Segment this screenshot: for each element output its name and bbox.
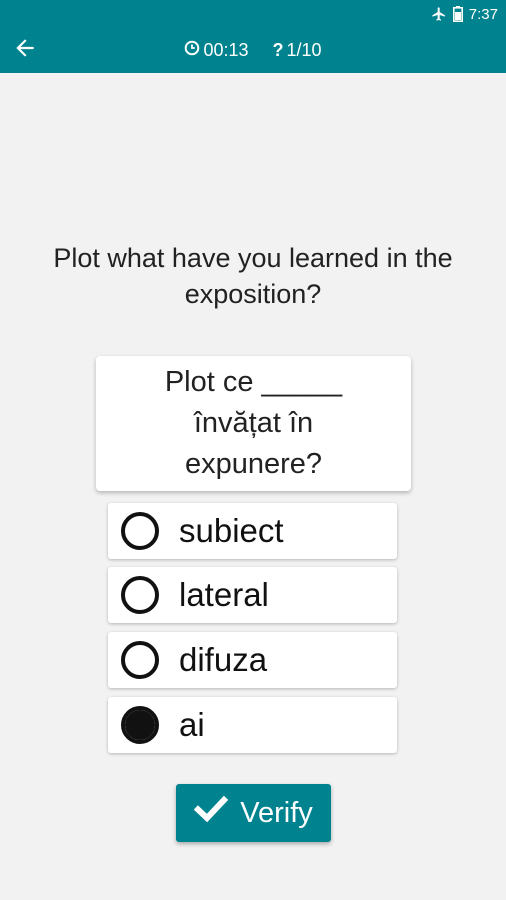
battery-icon [452, 6, 463, 22]
timer-value: 00:13 [203, 40, 249, 60]
radio-button[interactable] [121, 641, 159, 679]
verify-button[interactable]: Verify [176, 784, 331, 842]
option-lateral[interactable]: lateral [108, 567, 397, 623]
option-label: ai [179, 706, 205, 743]
sentence-card: Plot ce _____ învățat în expunere? [96, 356, 411, 491]
question-progress: ? 1/10 [273, 40, 322, 61]
option-subiect[interactable]: subiect [108, 503, 397, 559]
progress-value: 1/10 [286, 40, 322, 60]
option-label: difuza [179, 641, 268, 678]
checkmark-icon [193, 795, 229, 831]
airplane-mode-icon [431, 6, 447, 22]
radio-button[interactable] [121, 576, 159, 614]
help-icon: ? [272, 40, 284, 60]
clock-icon [184, 40, 200, 61]
status-bar: 7:37 [0, 0, 506, 28]
sentence-text: Plot ce _____ învățat în expunere? [164, 366, 343, 480]
option-ai[interactable]: ai [108, 697, 397, 753]
option-label: subiect [179, 512, 284, 549]
option-label: lateral [179, 576, 269, 613]
radio-button[interactable] [121, 512, 159, 550]
radio-button-selected[interactable] [121, 706, 159, 744]
option-difuza[interactable]: difuza [108, 632, 397, 688]
verify-label: Verify [240, 796, 313, 829]
timer: 00:13 [184, 40, 249, 61]
status-time: 7:37 [468, 5, 498, 23]
question-text: Plot what have you learned in the exposi… [53, 243, 453, 309]
app-bar: 00:13 ? 1/10 [0, 28, 506, 73]
